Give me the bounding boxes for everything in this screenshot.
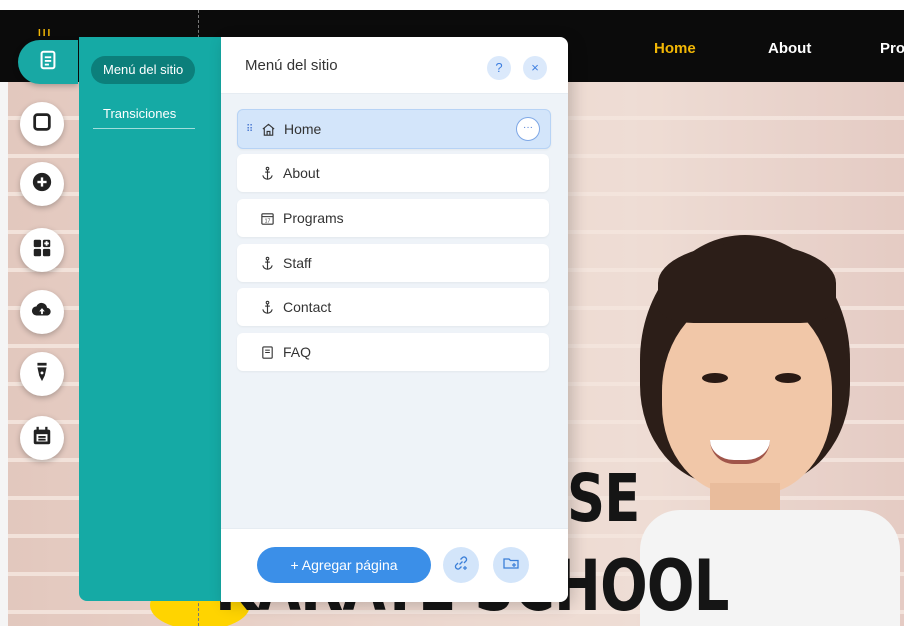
- editor-tool-rail: [18, 40, 78, 470]
- more-actions-button[interactable]: ···: [516, 117, 540, 141]
- home-icon: [260, 121, 276, 137]
- page-item-contact[interactable]: Contact: [237, 288, 549, 326]
- panel-title: Menú del sitio: [245, 57, 338, 74]
- page-item-staff[interactable]: Staff: [237, 244, 549, 282]
- page-item-about[interactable]: About: [237, 154, 549, 192]
- calendar-icon: 17: [259, 210, 275, 226]
- drag-handle-icon[interactable]: ⠿: [246, 124, 253, 135]
- page-item-label: FAQ: [283, 344, 312, 360]
- section-button[interactable]: [20, 102, 64, 146]
- page-item-label: Home: [284, 121, 322, 137]
- pages-list: ⠿ Home ··· About 17 Programs Staff Conta…: [221, 94, 568, 528]
- document-icon: [259, 344, 275, 360]
- site-menu-panel: Menú del sitio ? × ⠿ Home ··· About 17 P…: [221, 37, 568, 602]
- page-item-label: Staff: [283, 255, 312, 271]
- pen-icon: [31, 361, 53, 388]
- side-item-site-menu[interactable]: Menú del sitio: [91, 56, 196, 84]
- page-item-programs[interactable]: 17 Programs: [237, 199, 549, 237]
- calendar-icon: [31, 425, 53, 452]
- svg-text:17: 17: [264, 218, 270, 224]
- add-folder-button[interactable]: [493, 547, 529, 583]
- bookings-button[interactable]: [20, 416, 64, 460]
- add-link-button[interactable]: [443, 547, 479, 583]
- pages-button[interactable]: [18, 40, 78, 84]
- page-item-home[interactable]: ⠿ Home ···: [237, 109, 551, 149]
- nav-link-about[interactable]: About: [768, 40, 811, 57]
- side-menu-divider: [93, 128, 195, 129]
- pages-icon: [37, 49, 59, 76]
- nav-link-programs[interactable]: Pro: [880, 40, 904, 57]
- panel-header: Menú del sitio ? ×: [221, 37, 568, 94]
- blog-button[interactable]: [20, 352, 64, 396]
- pages-side-menu: Menú del sitio Transiciones: [79, 37, 221, 601]
- anchor-icon: [259, 255, 275, 271]
- folder-icon: [502, 554, 520, 577]
- canvas-margin: [0, 82, 8, 626]
- media-upload-button[interactable]: [20, 290, 64, 334]
- anchor-icon: [259, 165, 275, 181]
- link-icon: [452, 554, 470, 577]
- nav-link-home[interactable]: Home: [654, 40, 696, 57]
- anchor-icon: [259, 299, 275, 315]
- page-item-label: About: [283, 165, 320, 181]
- site-logo: III: [38, 28, 53, 39]
- panel-footer: + Agregar página: [221, 528, 568, 602]
- upload-icon: [31, 299, 53, 326]
- close-button[interactable]: ×: [523, 56, 547, 80]
- add-icon: [31, 171, 53, 198]
- section-icon: [31, 111, 53, 138]
- add-page-button[interactable]: + Agregar página: [257, 547, 431, 583]
- add-apps-button[interactable]: [20, 228, 64, 272]
- page-item-label: Programs: [283, 210, 344, 226]
- add-elements-button[interactable]: [20, 162, 64, 206]
- apps-icon: [31, 237, 53, 264]
- page-item-label: Contact: [283, 299, 332, 315]
- page-item-faq[interactable]: FAQ: [237, 333, 549, 371]
- side-item-transitions[interactable]: Transiciones: [91, 100, 188, 128]
- help-button[interactable]: ?: [487, 56, 511, 80]
- hero-heading-line1: SE: [567, 460, 640, 537]
